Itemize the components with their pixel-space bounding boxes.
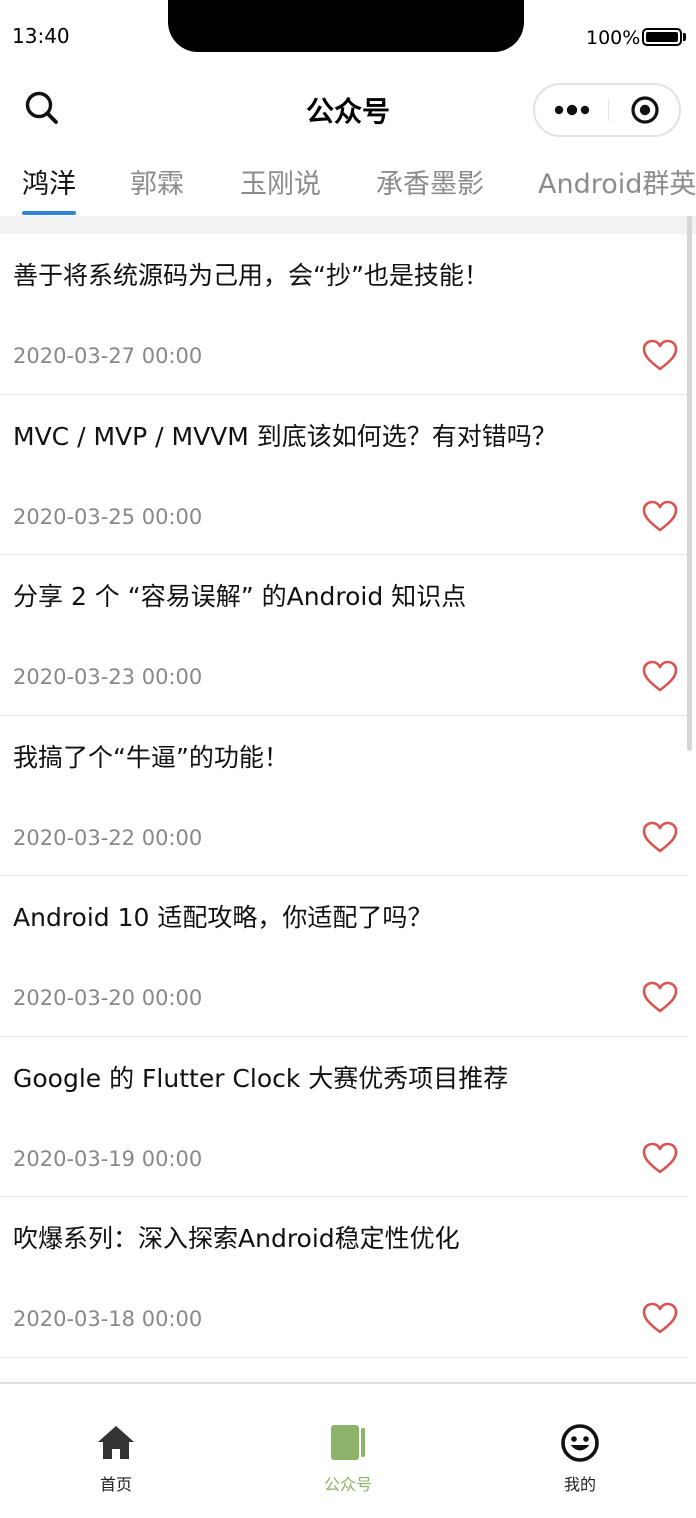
tabbar-item-official-accounts[interactable]: 公众号 [232, 1384, 464, 1518]
tabbar-item-home[interactable]: 首页 [0, 1384, 232, 1518]
article-date: 2020-03-19 00:00 [13, 1146, 203, 1171]
article-title: 我搞了个“牛逼”的功能！ [13, 742, 289, 772]
article-title: 吹爆系列：深入探索Android稳定性优化 [13, 1224, 460, 1253]
heart-icon [642, 500, 678, 531]
battery-percent: 100% [586, 27, 641, 49]
bottom-tab-bar: 首页 公众号 我的 [0, 1382, 696, 1518]
battery-tip [683, 33, 686, 41]
tab-guolin[interactable]: 郭霖 [130, 162, 184, 201]
favorite-button[interactable] [642, 1141, 678, 1177]
more-dots-icon [554, 104, 590, 116]
favorite-button[interactable] [642, 499, 678, 535]
list-item[interactable]: 我搞了个“牛逼”的功能！ 2020-03-22 00:00 [0, 716, 688, 876]
article-title: Google 的 Flutter Clock 大赛优秀项目推荐 [13, 1063, 509, 1093]
article-title: Android 10 适配攻略，你适配了吗？ [13, 903, 433, 932]
favorite-button[interactable] [642, 820, 678, 856]
target-close-icon [631, 96, 659, 124]
device-notch [168, 0, 524, 52]
active-tab-indicator [22, 211, 76, 215]
account-tabs: 鸿洋 郭霖 玉刚说 承香墨影 Android群英传 [0, 150, 696, 216]
scrollbar-thumb[interactable] [687, 216, 692, 751]
battery-icon [642, 28, 682, 46]
battery-level [646, 32, 678, 42]
nav-bar: 公众号 [0, 70, 696, 146]
capsule-divider [608, 99, 609, 121]
favorite-button[interactable] [642, 659, 678, 695]
heart-icon [642, 981, 678, 1013]
tab-chengxiangmoying[interactable]: 承香墨影 [376, 162, 484, 201]
favorite-button[interactable] [642, 1301, 678, 1337]
status-time: 13:40 [12, 24, 70, 48]
app-screen: 13:40 100% 公众号 鸿洋 郭霖 玉刚说 承香墨影 Android群英 … [0, 0, 696, 1518]
article-date: 2020-03-18 00:00 [13, 1307, 203, 1331]
tabbar-label-profile: 我的 [563, 1475, 596, 1494]
list-item[interactable]: 善于将系统源码为己用，会“抄”也是技能！ 2020-03-27 00:00 [0, 234, 688, 395]
heart-icon [642, 821, 678, 852]
smiley-icon [561, 1424, 599, 1462]
list-item[interactable]: 吹爆系列：深入探索Android稳定性优化 2020-03-18 00:00 [0, 1197, 688, 1358]
article-title: MVC / MVP / MVVM 到底该如何选？有对错吗？ [13, 421, 557, 451]
article-date: 2020-03-23 00:00 [13, 665, 203, 689]
tab-yugangshuo[interactable]: 玉刚说 [240, 162, 321, 201]
tab-hongyang[interactable]: 鸿洋 [22, 162, 76, 201]
favorite-button[interactable] [642, 980, 678, 1016]
tabbar-item-profile[interactable]: 我的 [464, 1384, 696, 1518]
favorite-button[interactable] [642, 338, 678, 374]
section-spacer [0, 216, 696, 234]
home-icon [98, 1426, 134, 1459]
list-item[interactable]: 分享 2 个 “容易误解” 的Android 知识点 2020-03-23 00… [0, 555, 688, 716]
article-date: 2020-03-20 00:00 [13, 986, 203, 1010]
list-item[interactable]: MVC / MVP / MVVM 到底该如何选？有对错吗？ 2020-03-25… [0, 395, 688, 555]
article-title: 善于将系统源码为己用，会“抄”也是技能！ [13, 261, 489, 290]
tabbar-label-official-accounts: 公众号 [323, 1475, 372, 1494]
close-button[interactable] [615, 93, 671, 127]
tab-android-qunyingzhuan[interactable]: Android群英传 [538, 162, 696, 201]
heart-icon [642, 1302, 678, 1334]
mini-program-capsule [533, 83, 681, 137]
tabbar-label-home: 首页 [99, 1475, 132, 1494]
article-date: 2020-03-25 00:00 [13, 504, 203, 529]
status-bar: 13:40 100% [0, 0, 696, 70]
list-item[interactable]: Google 的 Flutter Clock 大赛优秀项目推荐 2020-03-… [0, 1037, 688, 1197]
article-title: 分享 2 个 “容易误解” 的Android 知识点 [13, 582, 467, 611]
article-list: 善于将系统源码为己用，会“抄”也是技能！ 2020-03-27 00:00 MV… [0, 234, 688, 1358]
more-button[interactable] [547, 93, 603, 127]
heart-icon [642, 660, 678, 692]
book-icon [331, 1425, 365, 1460]
heart-icon [642, 1142, 678, 1173]
list-item[interactable]: Android 10 适配攻略，你适配了吗？ 2020-03-20 00:00 [0, 876, 688, 1037]
article-date: 2020-03-22 00:00 [13, 825, 203, 850]
article-date: 2020-03-27 00:00 [13, 344, 203, 368]
heart-icon [642, 339, 678, 371]
